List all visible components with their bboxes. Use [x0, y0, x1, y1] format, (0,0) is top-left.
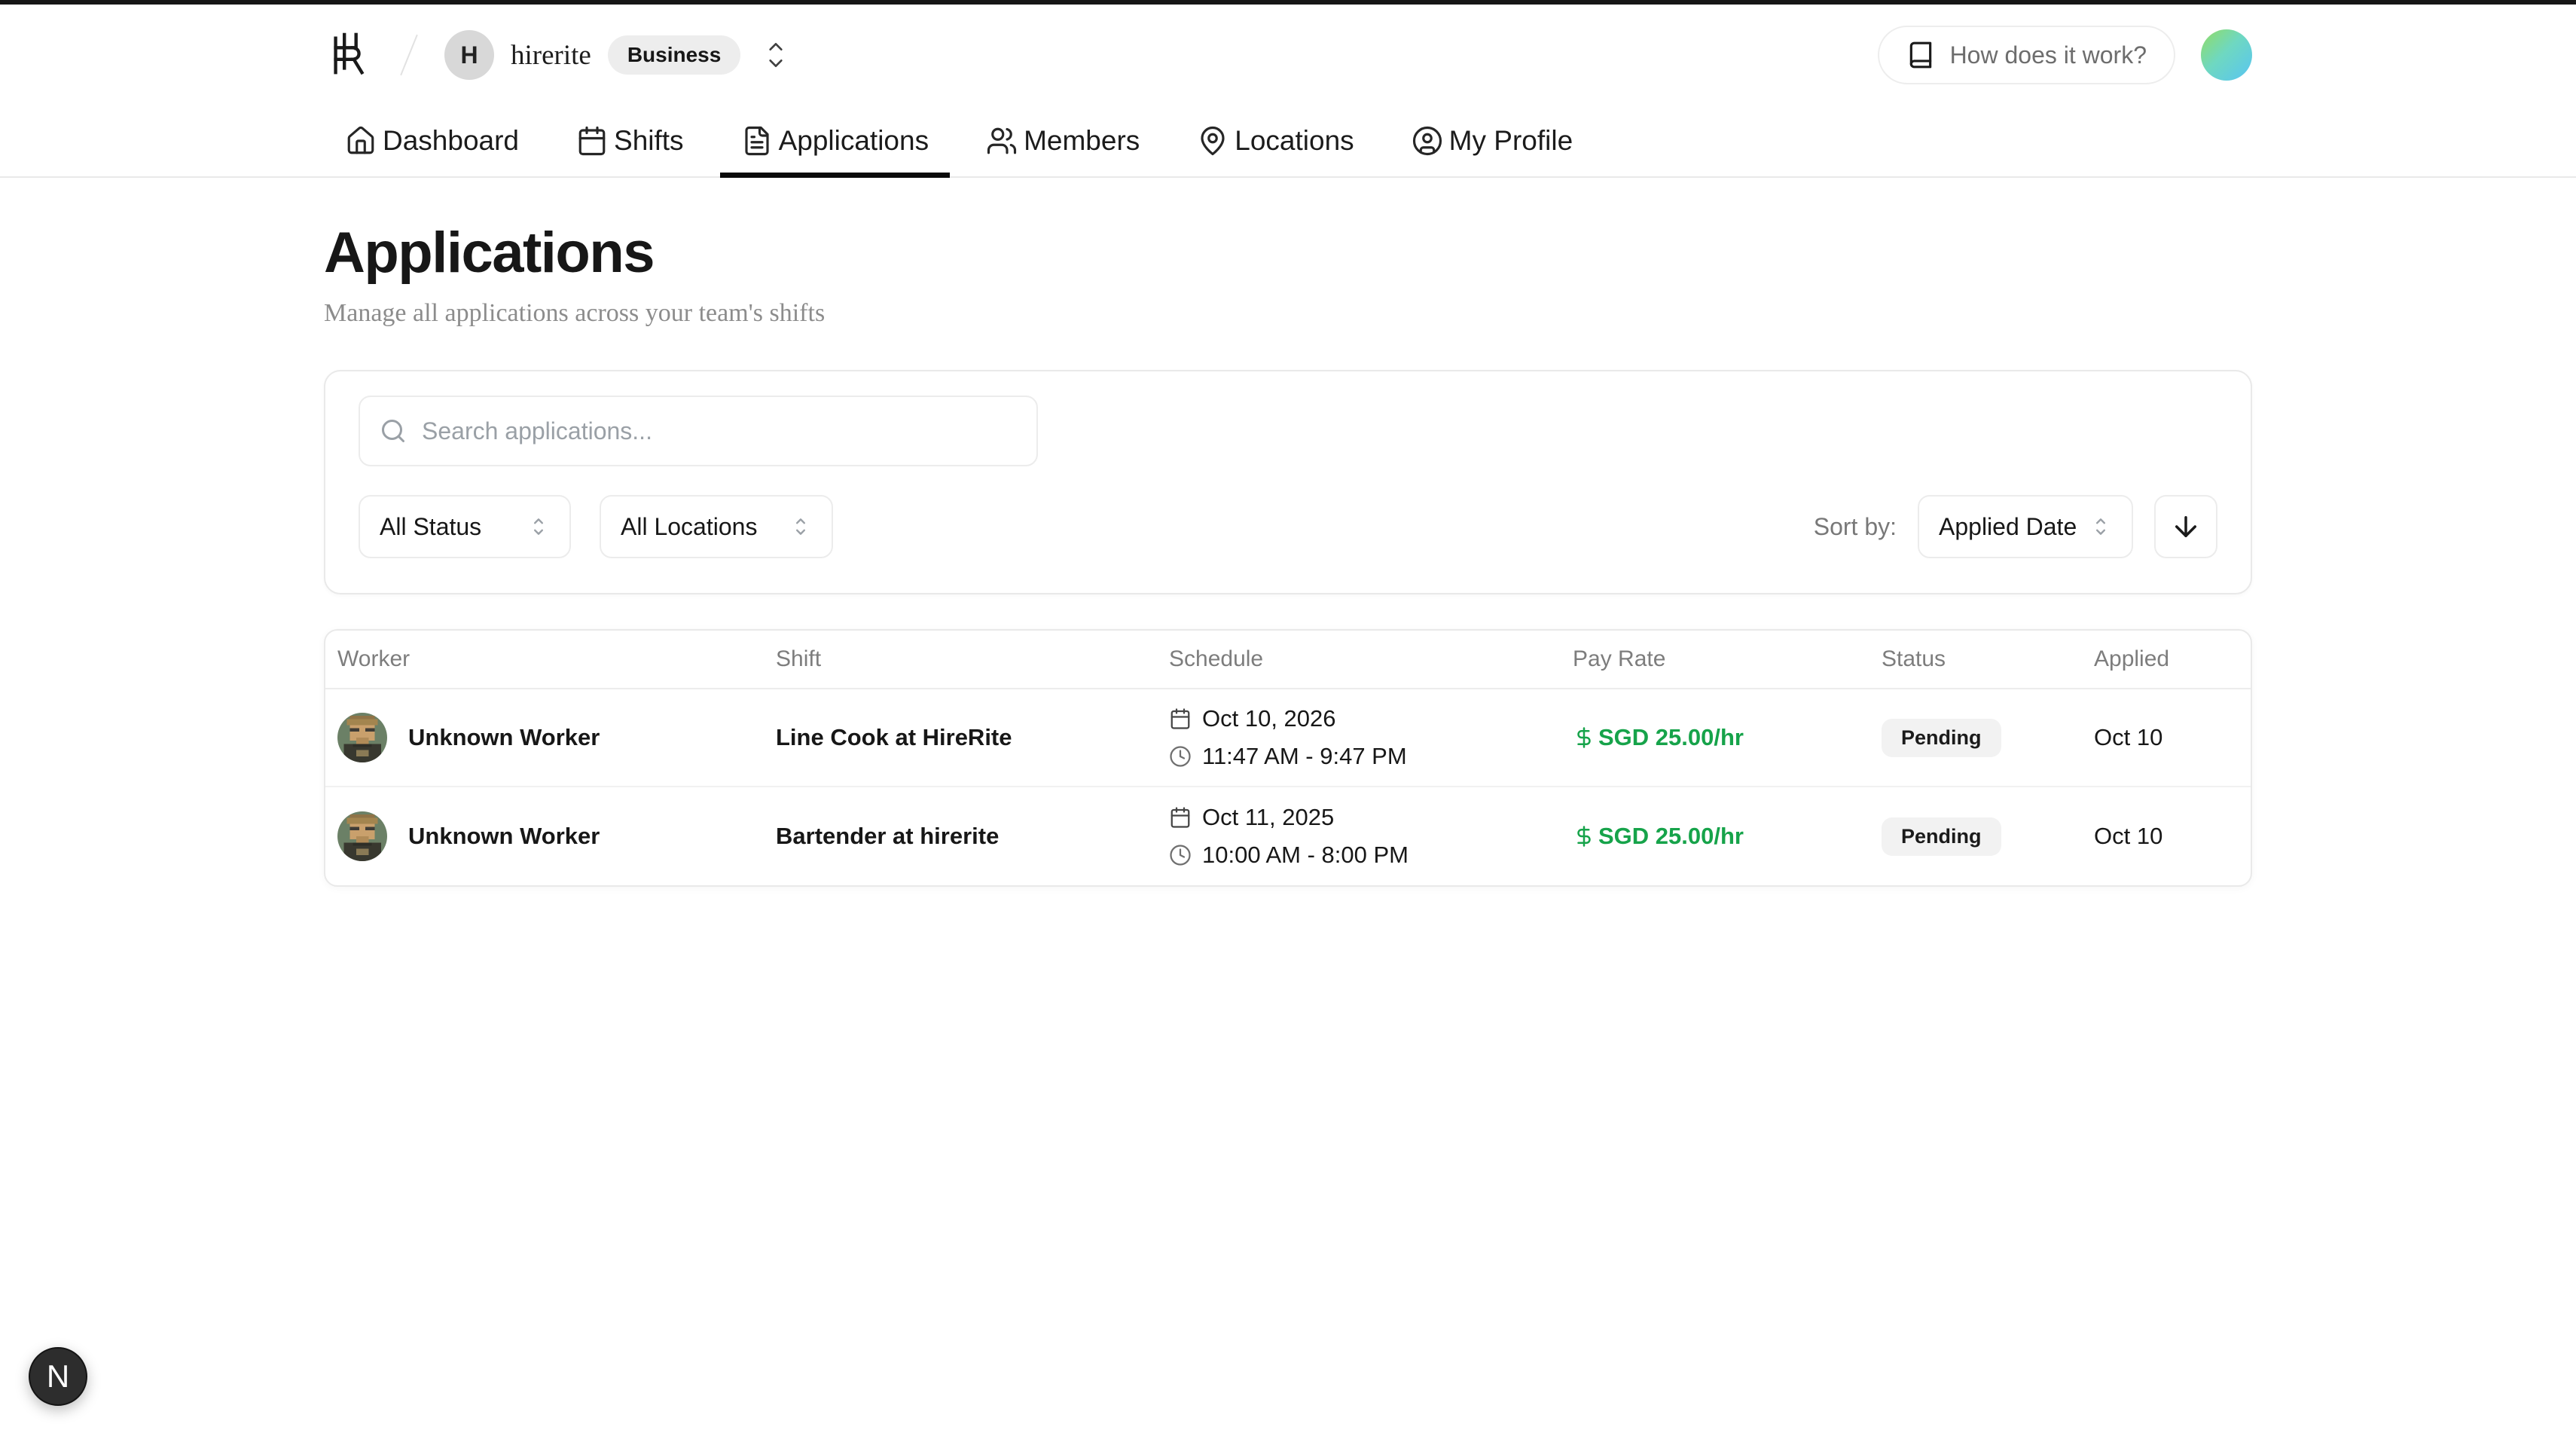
tab-locations[interactable]: Locations	[1176, 105, 1375, 176]
shift-time: 10:00 AM - 8:00 PM	[1202, 842, 1409, 869]
users-icon	[986, 125, 1018, 157]
help-button-label: How does it work?	[1950, 41, 2147, 69]
tab-label: Applications	[779, 125, 929, 157]
dollar-icon	[1573, 726, 1595, 749]
worker-name: Unknown Worker	[408, 724, 600, 751]
breadcrumb-slash	[400, 35, 418, 76]
org-switcher[interactable]: H hirerite Business	[444, 30, 790, 80]
pay-rate: SGD 25.00/hr	[1598, 823, 1744, 850]
chevrons-up-down-icon	[2089, 513, 2112, 540]
locations-filter-select[interactable]: All Locations	[600, 495, 833, 558]
filter-row: All Status All Locations Sort by: Applie…	[359, 495, 2217, 558]
search-input[interactable]	[422, 417, 1017, 445]
applications-table: Worker Shift Schedule Pay Rate Status Ap…	[324, 629, 2252, 887]
org-name: hirerite	[511, 39, 591, 72]
col-header-schedule: Schedule	[1157, 646, 1561, 672]
worker-avatar	[337, 811, 387, 861]
locations-filter-value: All Locations	[621, 513, 757, 541]
sort-value: Applied Date	[1939, 513, 2077, 541]
shift-time: 11:47 AM - 9:47 PM	[1202, 743, 1407, 770]
help-button[interactable]: How does it work?	[1878, 26, 2175, 84]
tab-dashboard[interactable]: Dashboard	[324, 105, 540, 176]
worker-name: Unknown Worker	[408, 823, 600, 850]
applied-date: Oct 10	[2082, 823, 2251, 850]
status-badge: Pending	[1882, 719, 2001, 757]
status-filter-value: All Status	[380, 513, 481, 541]
topbar: H hirerite Business How does it work?	[324, 5, 2252, 105]
tab-shifts[interactable]: Shifts	[555, 105, 705, 176]
org-avatar: H	[444, 30, 494, 80]
main-nav: Dashboard Shifts Applications	[324, 105, 2252, 176]
worker-avatar	[337, 713, 387, 762]
tab-label: Dashboard	[383, 125, 519, 157]
clock-icon	[1169, 844, 1192, 866]
chevrons-up-down-icon	[527, 513, 550, 540]
applied-date: Oct 10	[2082, 724, 2251, 751]
col-header-worker: Worker	[325, 646, 764, 672]
org-type-badge: Business	[608, 35, 741, 75]
pay-rate-cell: SGD 25.00/hr	[1561, 823, 1869, 850]
shift-name: Line Cook at HireRite	[764, 724, 1157, 751]
map-pin-icon	[1197, 125, 1228, 157]
tab-label: My Profile	[1449, 125, 1573, 157]
col-header-shift: Shift	[764, 646, 1157, 672]
calendar-icon	[1169, 806, 1192, 829]
table-row[interactable]: Unknown Worker Line Cook at HireRite Oct…	[325, 689, 2251, 787]
filters-card: All Status All Locations Sort by: Applie…	[324, 370, 2252, 594]
status-cell: Pending	[1869, 719, 2082, 757]
status-badge: Pending	[1882, 817, 2001, 856]
col-header-applied: Applied	[2082, 646, 2251, 672]
shift-date: Oct 11, 2025	[1202, 804, 1334, 831]
arrow-down-icon	[2170, 511, 2202, 542]
tab-members[interactable]: Members	[965, 105, 1161, 176]
hirerite-logo-icon[interactable]	[324, 32, 374, 78]
table-row[interactable]: Unknown Worker Bartender at hirerite Oct…	[325, 787, 2251, 885]
sort-group: Sort by: Applied Date	[1814, 495, 2217, 558]
chevrons-up-down-icon[interactable]	[762, 38, 790, 72]
status-cell: Pending	[1869, 817, 2082, 856]
pay-rate: SGD 25.00/hr	[1598, 724, 1744, 751]
tab-label: Locations	[1235, 125, 1354, 157]
sort-select[interactable]: Applied Date	[1918, 495, 2133, 558]
col-header-pay-rate: Pay Rate	[1561, 646, 1869, 672]
tab-applications[interactable]: Applications	[720, 105, 951, 176]
chevrons-up-down-icon	[789, 513, 812, 540]
sort-direction-button[interactable]	[2154, 495, 2217, 558]
shift-name: Bartender at hirerite	[764, 823, 1157, 850]
user-avatar[interactable]	[2201, 29, 2252, 81]
schedule-cell: Oct 11, 2025 10:00 AM - 8:00 PM	[1157, 804, 1561, 869]
calendar-icon	[576, 125, 608, 157]
nextjs-dev-badge[interactable]: N	[29, 1347, 87, 1406]
app-header: H hirerite Business How does it work?	[0, 5, 2576, 178]
clock-icon	[1169, 745, 1192, 768]
schedule-cell: Oct 10, 2026 11:47 AM - 9:47 PM	[1157, 705, 1561, 770]
search-box[interactable]	[359, 396, 1038, 466]
tab-my-profile[interactable]: My Profile	[1390, 105, 1594, 176]
status-filter-select[interactable]: All Status	[359, 495, 571, 558]
table-header-row: Worker Shift Schedule Pay Rate Status Ap…	[325, 631, 2251, 689]
main-content: Applications Manage all applications acr…	[324, 220, 2252, 887]
page-title: Applications	[324, 220, 2252, 286]
nextjs-icon: N	[47, 1358, 69, 1395]
dollar-icon	[1573, 825, 1595, 848]
tab-label: Shifts	[614, 125, 684, 157]
home-icon	[345, 125, 377, 157]
user-circle-icon	[1412, 125, 1443, 157]
col-header-status: Status	[1869, 646, 2082, 672]
search-icon	[380, 417, 407, 445]
page-subtitle: Manage all applications across your team…	[324, 299, 2252, 328]
sort-label: Sort by:	[1814, 513, 1897, 541]
pay-rate-cell: SGD 25.00/hr	[1561, 724, 1869, 751]
shift-date: Oct 10, 2026	[1202, 705, 1336, 732]
book-icon	[1906, 41, 1935, 69]
file-text-icon	[741, 125, 773, 157]
tab-label: Members	[1024, 125, 1140, 157]
calendar-icon	[1169, 707, 1192, 730]
